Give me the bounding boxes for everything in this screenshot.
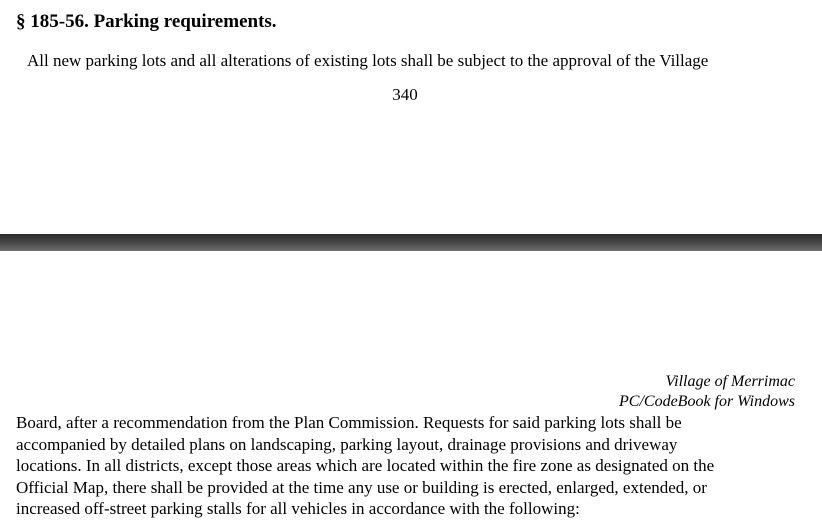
- body-line: increased off-street parking stalls for …: [16, 499, 580, 518]
- footer-municipality: Village of Merrimac: [665, 373, 795, 390]
- page-number: 340: [392, 85, 418, 104]
- body-line: Official Map, there shall be provided at…: [16, 477, 707, 497]
- section-intro-text: All new parking lots and all alterations…: [27, 51, 709, 70]
- body-line: accompanied by detailed plans on landsca…: [16, 434, 678, 454]
- section-heading: § 185-56. Parking requirements.: [16, 11, 277, 32]
- page-break-divider: [0, 234, 822, 251]
- document-page: § 185-56. Parking requirements. All new …: [0, 0, 822, 526]
- page-footer: Village of Merrimac PC/CodeBook for Wind…: [619, 372, 795, 412]
- footer-software: PC/CodeBook for Windows: [619, 393, 795, 410]
- body-paragraph: Board, after a recommendation from the P…: [16, 412, 816, 520]
- body-line: Board, after a recommendation from the P…: [16, 413, 682, 432]
- body-line: locations. In all districts, except thos…: [16, 456, 715, 475]
